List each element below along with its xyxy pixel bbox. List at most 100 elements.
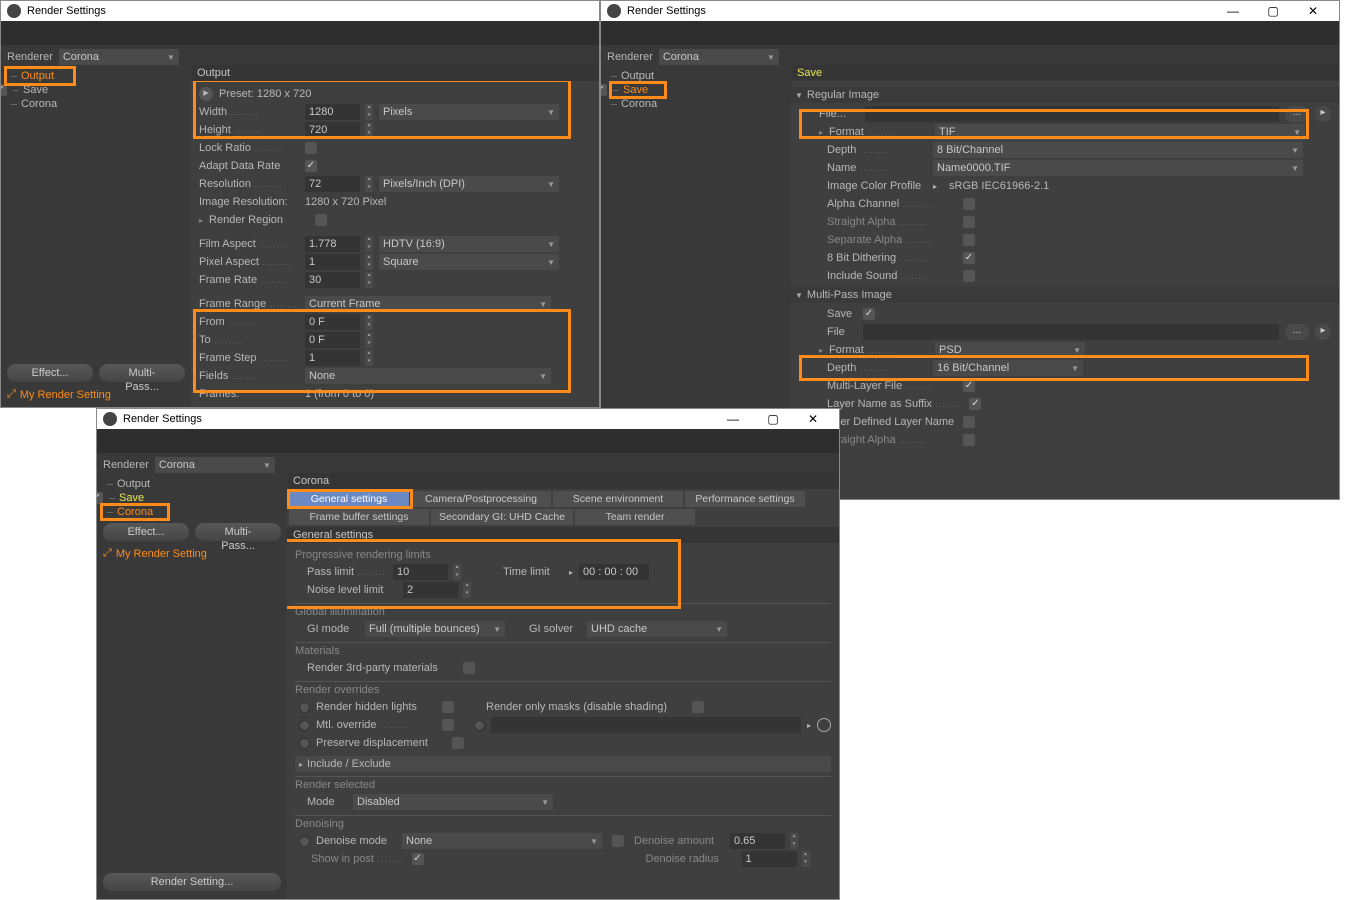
maximize-button[interactable]: ▢ — [1253, 1, 1293, 21]
format2-dropdown[interactable]: PSD▼ — [935, 342, 1085, 358]
lname-checkbox[interactable] — [969, 398, 981, 410]
from-input[interactable]: 0 F — [305, 314, 360, 330]
close-button[interactable]: ✕ — [1293, 1, 1333, 21]
file2-input[interactable] — [863, 324, 1279, 340]
file-browse-button[interactable]: ... — [1285, 106, 1309, 122]
resolution-input[interactable]: 72 — [305, 176, 360, 192]
sound-checkbox[interactable] — [963, 270, 975, 282]
save-checkbox[interactable] — [1, 84, 7, 96]
frame-step-input[interactable]: 1 — [305, 350, 360, 366]
tab-team-render[interactable]: Team render — [575, 509, 695, 525]
gimode-dropdown[interactable]: Full (multiple bounces)▼ — [365, 621, 505, 637]
film-aspect-dropdown[interactable]: HDTV (16:9)▼ — [379, 236, 559, 252]
noise-limit-input[interactable]: 2 — [403, 582, 458, 598]
resolution-units-dropdown[interactable]: Pixels/Inch (DPI)▼ — [379, 176, 559, 192]
solver-dropdown[interactable]: UHD cache▼ — [587, 621, 727, 637]
save-mp-checkbox[interactable] — [863, 308, 875, 320]
mlayer-checkbox[interactable] — [963, 380, 975, 392]
minimize-button[interactable]: — — [713, 409, 753, 429]
render-region-checkbox[interactable] — [315, 214, 327, 226]
preserve-radio[interactable] — [299, 738, 310, 749]
frame-range-dropdown[interactable]: Current Frame▼ — [305, 296, 551, 312]
preserve-checkbox[interactable] — [452, 737, 464, 749]
denmode-dropdown[interactable]: None▼ — [402, 833, 602, 849]
name-dropdown[interactable]: Name0000.TIF▼ — [933, 160, 1303, 176]
maximize-button[interactable]: ▢ — [753, 409, 793, 429]
tab-scene[interactable]: Scene environment — [553, 491, 683, 507]
width-units-dropdown[interactable]: Pixels▼ — [379, 104, 559, 120]
mtl-override-field[interactable] — [491, 717, 801, 733]
adapt-rate-checkbox[interactable] — [305, 160, 317, 172]
preset-play-icon[interactable]: ▸ — [199, 87, 213, 101]
file-play-button[interactable]: ▸ — [1315, 106, 1331, 122]
lock-ratio-checkbox[interactable] — [305, 142, 317, 154]
tree-corona[interactable]: Corona — [7, 97, 185, 111]
denoise-radio[interactable] — [299, 836, 310, 847]
save-checkbox[interactable] — [97, 492, 103, 504]
tree-corona[interactable]: Corona — [103, 505, 281, 519]
section-regular-image[interactable]: ▼Regular Image — [791, 87, 1339, 103]
include-exclude[interactable]: ▸Include / Exclude — [295, 756, 831, 772]
render-setting-button[interactable]: Render Setting... — [103, 873, 281, 891]
width-input[interactable]: 1280 — [305, 104, 360, 120]
tree-output[interactable]: Output — [7, 69, 185, 83]
tree-save[interactable]: Save — [609, 83, 650, 97]
depth-dropdown[interactable]: 8 Bit/Channel▼ — [933, 142, 1303, 158]
time-limit-input[interactable]: 00 : 00 : 00 — [579, 564, 649, 580]
save-checkbox[interactable] — [601, 84, 607, 96]
file-input[interactable] — [865, 106, 1279, 122]
hidden-radio[interactable] — [299, 702, 310, 713]
renderer-dropdown[interactable]: Corona▼ — [155, 457, 275, 473]
tree-output[interactable]: Output — [607, 69, 785, 83]
frame-rate-input[interactable]: 30 — [305, 272, 360, 288]
effect-button[interactable]: Effect... — [7, 364, 93, 382]
show-checkbox[interactable] — [412, 853, 424, 865]
pass-limit-input[interactable]: 10 — [393, 564, 448, 580]
renderer-dropdown[interactable]: Corona▼ — [59, 49, 179, 65]
my-render-setting[interactable]: My Render Setting — [20, 389, 111, 401]
tree-output[interactable]: Output — [103, 477, 281, 491]
tab-general[interactable]: General settings — [289, 491, 409, 507]
dither-checkbox[interactable] — [963, 252, 975, 264]
depth2-dropdown[interactable]: 16 Bit/Channel▼ — [933, 360, 1083, 376]
mode-dropdown[interactable]: Disabled▼ — [353, 794, 553, 810]
multipass-button[interactable]: Multi-Pass... — [195, 523, 281, 541]
tab-performance[interactable]: Performance settings — [685, 491, 805, 507]
section-multipass-image[interactable]: ▼Multi-Pass Image — [791, 287, 1339, 303]
minimize-button[interactable]: — — [1213, 1, 1253, 21]
titlebar[interactable]: Render Settings — ▢ ✕ — [97, 409, 839, 429]
render3rd-checkbox[interactable] — [463, 662, 475, 674]
my-render-setting[interactable]: My Render Setting — [116, 548, 207, 560]
udname-checkbox[interactable] — [963, 416, 975, 428]
tree-corona[interactable]: Corona — [607, 97, 785, 111]
file2-browse-button[interactable]: ... — [1285, 324, 1309, 340]
file2-play-button[interactable]: ▸ — [1315, 324, 1331, 340]
denrad-input[interactable]: 1 — [742, 851, 797, 867]
hidden-checkbox[interactable] — [442, 701, 454, 713]
multipass-button[interactable]: Multi-Pass... — [99, 364, 185, 382]
tree-save[interactable]: Save — [105, 491, 146, 505]
mtlover-radio[interactable] — [299, 720, 310, 731]
height-input[interactable]: 720 — [305, 122, 360, 138]
pixel-aspect-dropdown[interactable]: Square▼ — [379, 254, 559, 270]
tab-camera[interactable]: Camera/Postprocessing — [411, 491, 551, 507]
close-button[interactable]: ✕ — [793, 409, 833, 429]
titlebar[interactable]: Render Settings — [1, 1, 599, 21]
tree-save[interactable]: Save — [9, 83, 50, 97]
film-aspect-input[interactable]: 1.778 — [305, 236, 360, 252]
gear-icon[interactable] — [817, 718, 831, 732]
renderer-dropdown[interactable]: Corona▼ — [659, 49, 779, 65]
pixel-aspect-input[interactable]: 1 — [305, 254, 360, 270]
denamt-input[interactable]: 0.65 — [730, 833, 785, 849]
alpha-checkbox[interactable] — [963, 198, 975, 210]
masks-checkbox[interactable] — [692, 701, 704, 713]
format-dropdown[interactable]: TIF▼ — [935, 124, 1305, 140]
mtlover-checkbox[interactable] — [442, 719, 454, 731]
mtl-select-radio[interactable] — [474, 720, 485, 731]
tab-framebuffer[interactable]: Frame buffer settings — [289, 509, 429, 525]
titlebar[interactable]: Render Settings — ▢ ✕ — [601, 1, 1339, 21]
tab-secondary-gi[interactable]: Secondary GI: UHD Cache — [431, 509, 573, 525]
fields-dropdown[interactable]: None▼ — [305, 368, 551, 384]
effect-button[interactable]: Effect... — [103, 523, 189, 541]
denoise-enable-checkbox[interactable] — [612, 835, 624, 847]
